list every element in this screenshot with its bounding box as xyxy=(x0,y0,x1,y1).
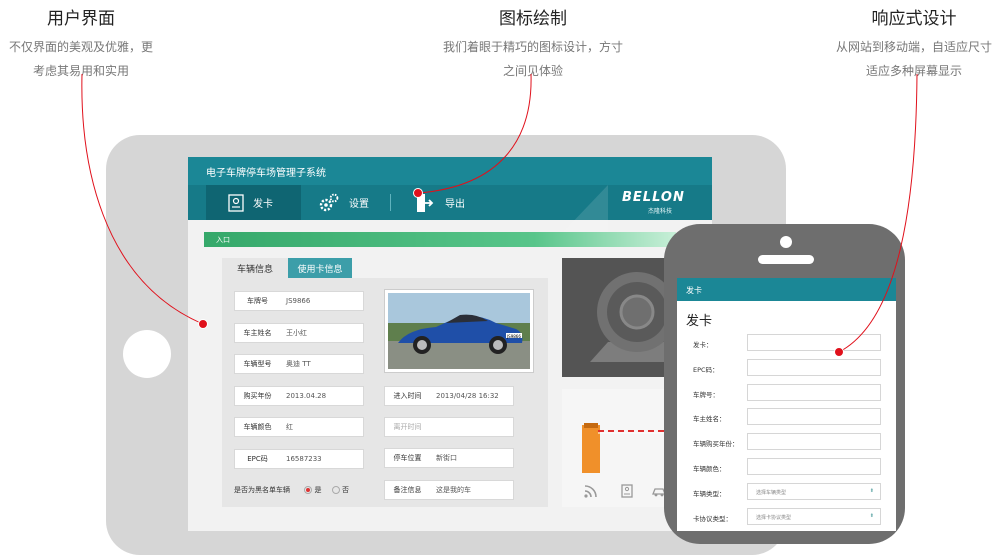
pointer-line-icons xyxy=(418,73,532,194)
pointer-line-ui xyxy=(81,73,204,325)
pointer-dot-responsive xyxy=(834,347,844,357)
pointer-dot-ui xyxy=(198,319,208,329)
pointer-dot-icons xyxy=(413,188,423,198)
pointer-lines xyxy=(81,73,918,353)
pointer-line-responsive xyxy=(838,73,918,353)
